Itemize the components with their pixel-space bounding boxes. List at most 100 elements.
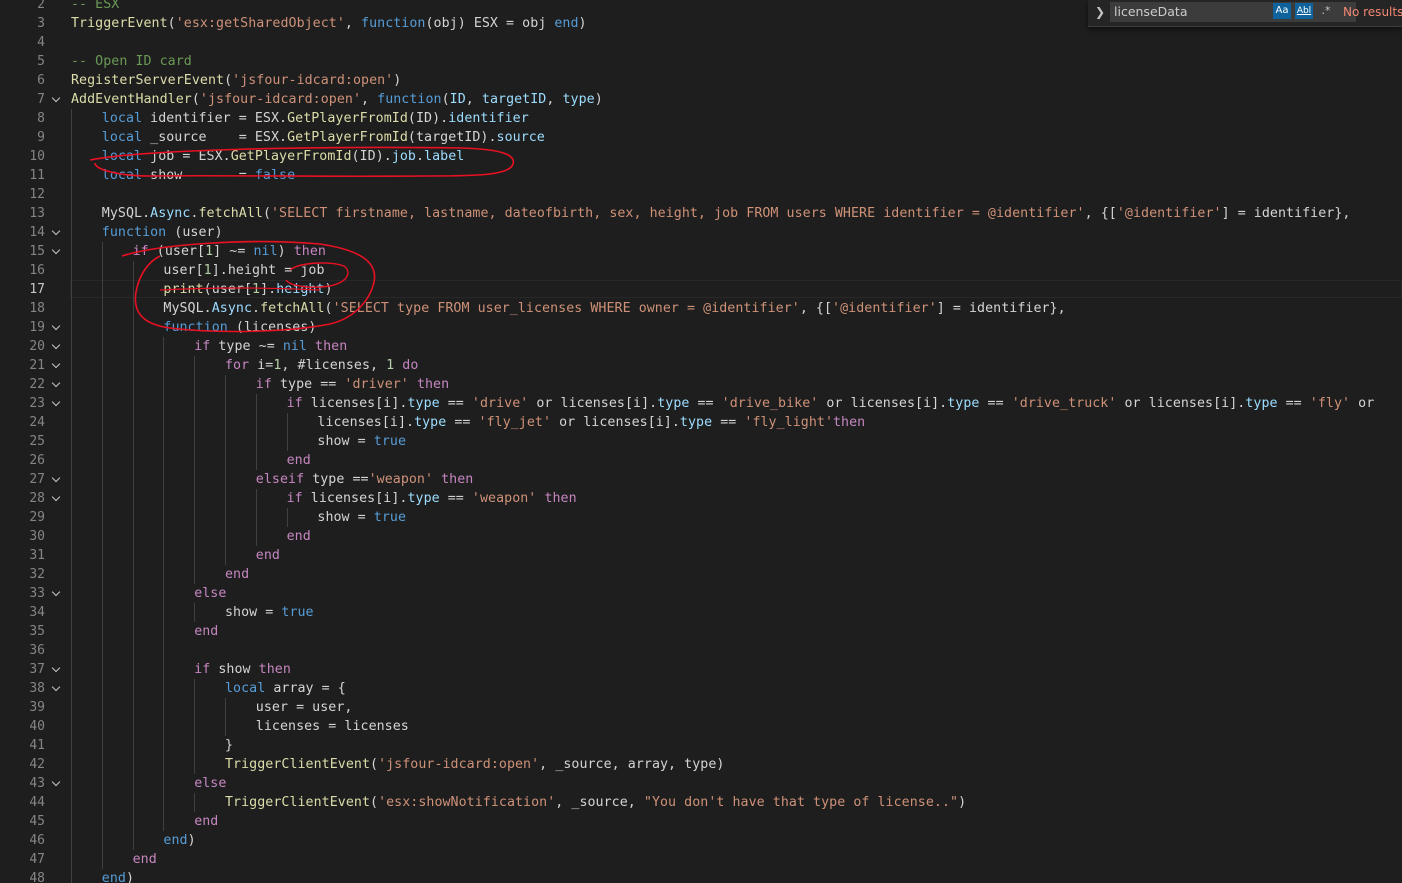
indent-guide bbox=[163, 603, 165, 622]
code-token: local bbox=[225, 681, 266, 696]
code-line[interactable]: 46 end) bbox=[0, 831, 1402, 850]
code-line[interactable]: 17 print(user[1].height) bbox=[0, 280, 1402, 299]
find-result-text: No results bbox=[1343, 5, 1402, 19]
code-line[interactable]: 15 if (user[1] ~= nil) then bbox=[0, 242, 1402, 261]
code-line[interactable]: 19 function (licenses) bbox=[0, 318, 1402, 337]
fold-chevron-icon[interactable] bbox=[51, 492, 61, 502]
code-line[interactable]: 34 show = true bbox=[0, 603, 1402, 622]
code-token: TriggerClientEvent bbox=[225, 795, 370, 810]
line-number: 36 bbox=[29, 643, 45, 658]
code-token: (targetID). bbox=[407, 130, 497, 145]
fold-chevron-icon[interactable] bbox=[51, 473, 61, 483]
code-line[interactable]: 5 -- Open ID card bbox=[0, 52, 1402, 71]
code-line[interactable]: 35 end bbox=[0, 622, 1402, 641]
fold-chevron-icon[interactable] bbox=[51, 397, 61, 407]
code-token: , {[ bbox=[1084, 206, 1117, 221]
code-text: RegisterServerEvent('jsfour-idcard:open'… bbox=[71, 71, 401, 90]
whole-word-button[interactable]: Abl bbox=[1295, 3, 1313, 19]
indent-guide bbox=[194, 527, 196, 546]
code-line[interactable]: 43 else bbox=[0, 774, 1402, 793]
code-line[interactable]: 26 end bbox=[0, 451, 1402, 470]
code-line[interactable]: 33 else bbox=[0, 584, 1402, 603]
code-line[interactable]: 41} bbox=[0, 736, 1402, 755]
fold-chevron-icon[interactable] bbox=[51, 587, 61, 597]
indent-guide bbox=[194, 793, 196, 812]
indent-guide bbox=[132, 584, 134, 603]
fold-chevron-icon[interactable] bbox=[51, 245, 61, 255]
code-line[interactable]: 30 end bbox=[0, 527, 1402, 546]
code-line[interactable]: 12 bbox=[0, 185, 1402, 204]
code-token: MySQL. bbox=[163, 301, 212, 316]
code-line[interactable]: 44 TriggerClientEvent('esx:showNotificati… bbox=[0, 793, 1402, 812]
code-line[interactable]: 24 licenses[i].type == 'fly_jet' or licen… bbox=[0, 413, 1402, 432]
code-line[interactable]: 48 end) bbox=[0, 869, 1402, 883]
indent-guide bbox=[71, 736, 72, 755]
code-line[interactable]: 32 end bbox=[0, 565, 1402, 584]
code-token: show = bbox=[317, 434, 374, 449]
code-line[interactable]: 6 RegisterServerEvent('jsfour-idcard:open… bbox=[0, 71, 1402, 90]
code-text: end bbox=[194, 622, 218, 641]
match-case-button[interactable]: Aa bbox=[1273, 3, 1291, 19]
code-line[interactable]: 14 function (user) bbox=[0, 223, 1402, 242]
code-token: job bbox=[391, 149, 416, 164]
code-line[interactable]: 22 if type == 'driver' then bbox=[0, 375, 1402, 394]
fold-chevron-icon[interactable] bbox=[51, 378, 61, 388]
code-line[interactable]: 11 local show = false bbox=[0, 166, 1402, 185]
fold-chevron-icon[interactable] bbox=[51, 226, 61, 236]
code-line[interactable]: 7 AddEventHandler('jsfour-idcard:open', f… bbox=[0, 90, 1402, 109]
code-line[interactable]: 40 licenses = licenses bbox=[0, 717, 1402, 736]
indent-guide bbox=[101, 299, 103, 318]
code-text: end) bbox=[102, 869, 134, 883]
code-token: else bbox=[194, 776, 227, 791]
code-line[interactable]: 38 local array = { bbox=[0, 679, 1402, 698]
code-line[interactable]: 20 if type ~= nil then bbox=[0, 337, 1402, 356]
line-number: 23 bbox=[29, 396, 45, 411]
code-token: or licenses[i]. bbox=[818, 396, 948, 411]
code-line[interactable]: 13 MySQL.Async.fetchAll('SELECT firstname… bbox=[0, 204, 1402, 223]
indent-guide bbox=[71, 812, 72, 831]
indent-guide bbox=[132, 698, 134, 717]
regex-button[interactable]: .* bbox=[1318, 3, 1334, 19]
code-line[interactable]: 36 bbox=[0, 641, 1402, 660]
chevron-right-icon[interactable]: ❯ bbox=[1092, 3, 1108, 21]
fold-chevron-icon[interactable] bbox=[51, 93, 61, 103]
line-number: 20 bbox=[29, 339, 45, 354]
code-token: for bbox=[225, 358, 250, 373]
code-text: else bbox=[194, 584, 226, 603]
fold-chevron-icon[interactable] bbox=[51, 777, 61, 787]
code-token: 1 bbox=[252, 282, 261, 297]
code-token: ] = identifier}, bbox=[936, 301, 1066, 316]
code-line[interactable]: 45 end bbox=[0, 812, 1402, 831]
code-line[interactable]: 37 if show then bbox=[0, 660, 1402, 679]
fold-chevron-icon[interactable] bbox=[51, 321, 61, 331]
code-line[interactable]: 42 TriggerClientEvent('jsfour-idcard:open… bbox=[0, 755, 1402, 774]
indent-guide bbox=[101, 850, 103, 869]
code-line[interactable]: 4 bbox=[0, 33, 1402, 52]
code-line[interactable]: 27 elseif type =='weapon' then bbox=[0, 470, 1402, 489]
indent-guide bbox=[194, 451, 196, 470]
fold-chevron-icon[interactable] bbox=[51, 340, 61, 350]
code-line[interactable]: 23 if licenses[i].type == 'drive' or lice… bbox=[0, 394, 1402, 413]
code-line[interactable]: 39 user = user, bbox=[0, 698, 1402, 717]
indent-guide bbox=[163, 413, 165, 432]
code-line[interactable]: 25 show = true bbox=[0, 432, 1402, 451]
code-line[interactable]: 9 local _source = ESX.GetPlayerFromId(tar… bbox=[0, 128, 1402, 147]
code-line[interactable]: 10 local job = ESX.GetPlayerFromId(ID).jo… bbox=[0, 147, 1402, 166]
code-line[interactable]: 16 user[1].height = job bbox=[0, 261, 1402, 280]
code-token: 'fly_jet' bbox=[478, 415, 552, 430]
indent-guide bbox=[286, 508, 288, 527]
code-line[interactable]: 21 for i=1, #licenses, 1 do bbox=[0, 356, 1402, 375]
fold-chevron-icon[interactable] bbox=[51, 663, 61, 673]
code-line[interactable]: 28 if licenses[i].type == 'weapon' then bbox=[0, 489, 1402, 508]
fold-chevron-icon[interactable] bbox=[51, 682, 61, 692]
code-line[interactable]: 18 MySQL.Async.fetchAll('SELECT type FROM… bbox=[0, 299, 1402, 318]
fold-chevron-icon[interactable] bbox=[51, 359, 61, 369]
code-editor[interactable]: 2 -- ESX 3 TriggerEvent('esx:getSharedObjec… bbox=[0, 0, 1402, 883]
code-line[interactable]: 31 end bbox=[0, 546, 1402, 565]
code-line[interactable]: 29 show = true bbox=[0, 508, 1402, 527]
code-line[interactable]: 8 local identifier = ESX.GetPlayerFromId(… bbox=[0, 109, 1402, 128]
code-line[interactable]: 47 end bbox=[0, 850, 1402, 869]
indent-guide bbox=[101, 508, 103, 527]
